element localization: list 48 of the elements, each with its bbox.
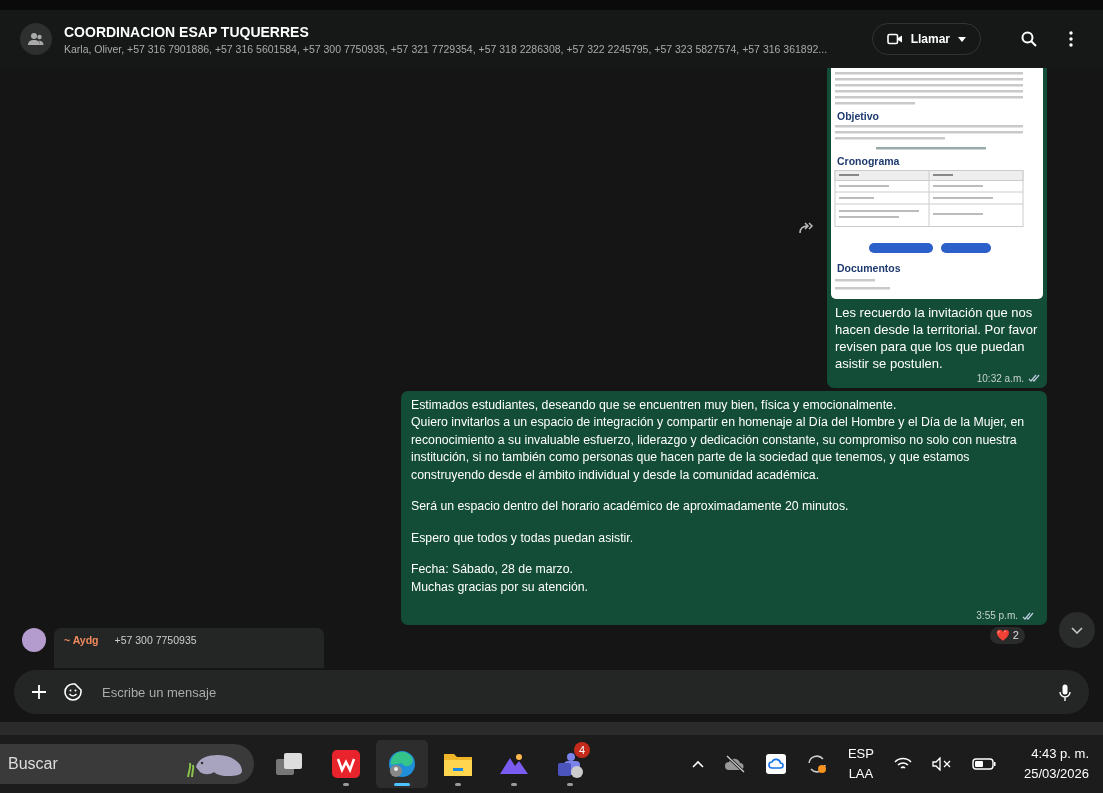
reaction-badge[interactable]: ❤ 2 bbox=[989, 627, 1025, 645]
muted-speaker-icon[interactable] bbox=[931, 757, 952, 771]
document-image[interactable]: Objetivo Cronograma Documentos bbox=[831, 68, 1043, 299]
chat-title[interactable]: COORDINACION ESAP TUQUERRES bbox=[64, 23, 860, 40]
cloud-icon[interactable] bbox=[765, 754, 786, 774]
scroll-down-button[interactable] bbox=[1059, 612, 1095, 648]
sync-icon[interactable] bbox=[805, 753, 828, 775]
overlapping-windows-icon bbox=[275, 751, 305, 777]
message-paragraph: Fecha: Sábado, 28 de marzo. Muchas gracias por su atención. bbox=[411, 561, 590, 596]
document-heading: Objetivo bbox=[836, 109, 880, 124]
keyboard-language[interactable]: ESP LAA bbox=[847, 744, 874, 784]
forward-icon[interactable] bbox=[799, 221, 815, 234]
group-avatar-icon[interactable] bbox=[20, 23, 52, 55]
mountain-icon bbox=[499, 752, 529, 776]
chevron-up-icon[interactable] bbox=[691, 760, 704, 768]
battery-icon[interactable] bbox=[971, 758, 996, 770]
search-icon[interactable] bbox=[1021, 31, 1037, 47]
message-time: 3:55 p.m. bbox=[976, 610, 1018, 622]
notification-badge: 4 bbox=[574, 742, 590, 758]
microphone-icon[interactable] bbox=[1059, 683, 1071, 701]
message-paragraph: Será un espacio dentro del horario académico de aproximadamente 20 minutos. bbox=[411, 498, 850, 516]
taskbar-search-field[interactable]: Buscar bbox=[0, 744, 254, 784]
sender-phone: +57 300 7750935 bbox=[114, 634, 197, 648]
taskbar-app[interactable]: 4 bbox=[544, 740, 596, 788]
document-heading: Cronograma bbox=[836, 154, 901, 169]
cloud-off-icon[interactable] bbox=[723, 755, 746, 773]
message-time: 10:32 a.m. bbox=[976, 372, 1024, 384]
video-camera-icon bbox=[886, 33, 903, 45]
message-text: Les recuerdo la invitación que nos hacen desde la territorial. Por favor revisen para que los que puedan asistir se postulen. bbox=[834, 304, 1039, 373]
sender-name[interactable]: ~ Aydg bbox=[64, 634, 99, 662]
browser-icon bbox=[387, 749, 417, 779]
sticker-icon[interactable] bbox=[64, 683, 82, 701]
taskbar-clock[interactable]: 4:43 p. m. 25/03/2026 bbox=[1023, 744, 1089, 784]
caret-icon bbox=[958, 36, 966, 42]
call-button[interactable]: Llamar bbox=[871, 23, 981, 55]
more-options-icon[interactable] bbox=[1069, 31, 1073, 47]
plus-icon[interactable] bbox=[32, 685, 46, 699]
message-composer[interactable]: Escribe un mensaje bbox=[14, 670, 1089, 714]
group-members: Karla, Oliver, +57 316 7901886, +57 316 5601584, +57 300 7750935, +57 321 7729354, +57 318 2286308, +57 322 2245795, +57 323 5827574, +57 316 361892... bbox=[64, 42, 829, 55]
wifi-icon[interactable] bbox=[893, 757, 912, 771]
w-logo-icon bbox=[332, 750, 360, 778]
folder-icon bbox=[443, 751, 473, 777]
taskbar-app[interactable] bbox=[376, 740, 428, 788]
chevron-down-icon bbox=[1071, 626, 1083, 634]
document-heading: Documentos bbox=[836, 261, 902, 276]
message-paragraph: Estimados estudiantes, deseando que se encuentren muy bien, física y emocionalmente. Quiero invitarlos a un espacio de integración y compartir en homenaje al Día del Hombre y el Día de la Mujer, en reconocimiento a su invaluable esfuerzo, liderazgo y dedicación constante, su compromiso no solo con nuestra institución, si no también como personas que hacen parte de la sociedad que tenemos, y que estamos construyendo desde el ámbito individual y desde la comunidad académica. bbox=[411, 396, 1026, 484]
message-paragraph: Espero que todos y todas puedan asistir. bbox=[411, 529, 635, 547]
avatar[interactable] bbox=[22, 628, 46, 652]
